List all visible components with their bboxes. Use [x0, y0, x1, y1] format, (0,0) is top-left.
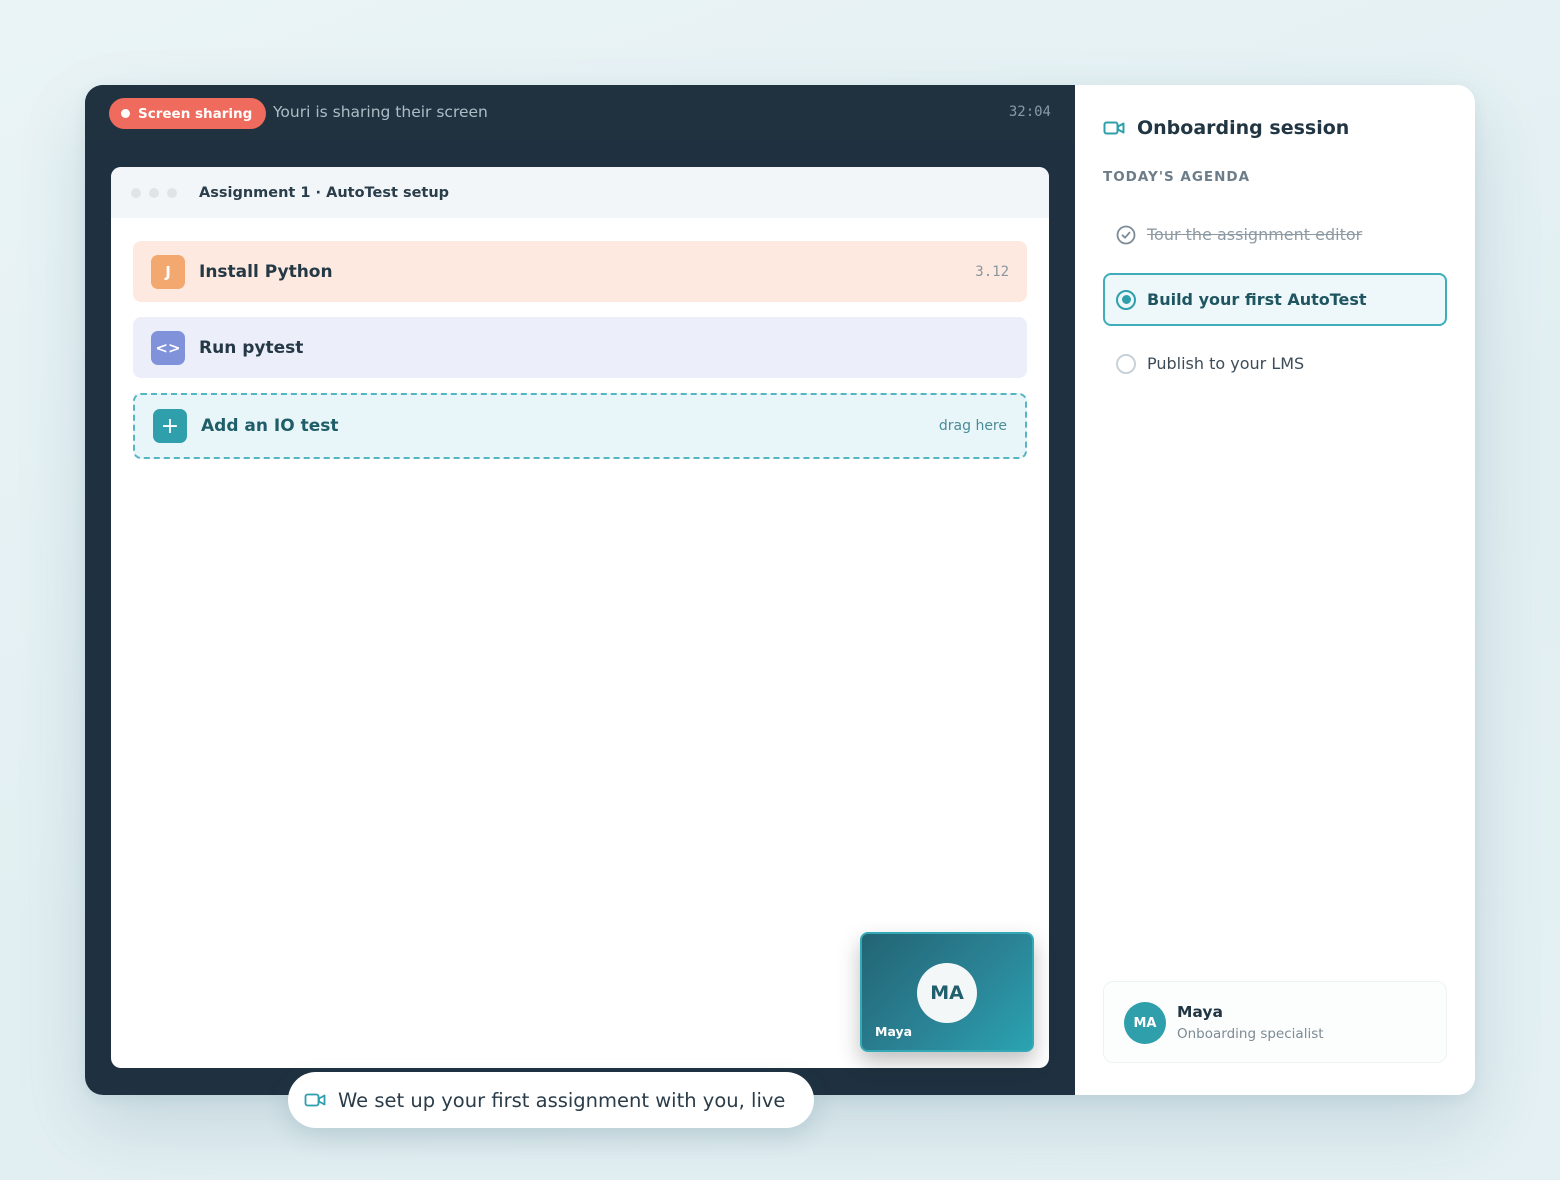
session-timer: 32:04	[1008, 104, 1051, 120]
app-frame: Screen sharing Youri is sharing their sc…	[85, 85, 1475, 1095]
active-radio-icon	[1116, 289, 1136, 310]
window-controls	[131, 187, 177, 198]
participant-name: Maya	[875, 1024, 913, 1039]
sidebar-header: Onboarding session	[1103, 117, 1349, 139]
shared-window-titlebar: Assignment 1 · AutoTest setup	[111, 167, 1049, 218]
step-install-python[interactable]: J Install Python 3.12	[133, 241, 1027, 302]
agenda-heading: TODAY'S AGENDA	[1103, 169, 1251, 185]
drag-hint: drag here	[938, 418, 1007, 434]
session-sidebar: Onboarding session TODAY'S AGENDA Tour t…	[1075, 85, 1475, 1095]
host-avatar: MA	[1124, 1002, 1166, 1044]
share-status-bar: Screen sharing Youri is sharing their sc…	[85, 85, 1075, 141]
step-run-pytest[interactable]: <> Run pytest	[133, 317, 1027, 378]
check-circle-icon	[1116, 225, 1136, 244]
agenda-item-label: Build your first AutoTest	[1147, 290, 1367, 309]
empty-radio-icon	[1116, 353, 1136, 374]
agenda-item-tour-editor[interactable]: Tour the assignment editor	[1103, 208, 1447, 261]
caption-text: We set up your first assignment with you…	[338, 1088, 786, 1112]
screen-sharing-badge: Screen sharing	[109, 98, 267, 129]
python-icon: J	[151, 254, 185, 289]
session-title: Onboarding session	[1137, 117, 1350, 139]
python-version: 3.12	[975, 263, 1009, 280]
participant-avatar: MA	[917, 963, 977, 1023]
share-message: Youri is sharing their screen	[273, 103, 488, 121]
screen-sharing-label: Screen sharing	[138, 105, 253, 122]
code-icon: <>	[151, 330, 185, 365]
video-camera-icon	[1103, 121, 1125, 135]
shared-window-title: Assignment 1 · AutoTest setup	[199, 184, 450, 201]
agenda-item-build-autotest[interactable]: Build your first AutoTest	[1103, 273, 1447, 326]
step-label: Add an IO test	[201, 416, 339, 436]
agenda-item-publish-lms[interactable]: Publish to your LMS	[1103, 337, 1447, 390]
video-camera-icon	[304, 1093, 326, 1107]
step-label: Install Python	[199, 261, 333, 282]
host-name: Maya	[1177, 1003, 1223, 1021]
recording-dot-icon	[121, 109, 130, 118]
participant-video-tile[interactable]: MA Maya	[860, 932, 1034, 1052]
caption-pill: We set up your first assignment with you…	[288, 1072, 814, 1128]
screen-share-stage: Screen sharing Youri is sharing their sc…	[85, 85, 1075, 1095]
window-dot-icon	[131, 187, 141, 198]
host-card: MA Maya Onboarding specialist	[1103, 981, 1447, 1063]
host-role: Onboarding specialist	[1177, 1026, 1324, 1042]
step-add-io-test-dropzone[interactable]: + Add an IO test drag here	[133, 393, 1027, 459]
agenda-item-label: Tour the assignment editor	[1147, 225, 1363, 244]
window-dot-icon	[167, 187, 177, 198]
window-dot-icon	[149, 187, 159, 198]
agenda-item-label: Publish to your LMS	[1147, 354, 1305, 373]
step-label: Run pytest	[199, 337, 304, 358]
plus-icon: +	[153, 409, 187, 443]
